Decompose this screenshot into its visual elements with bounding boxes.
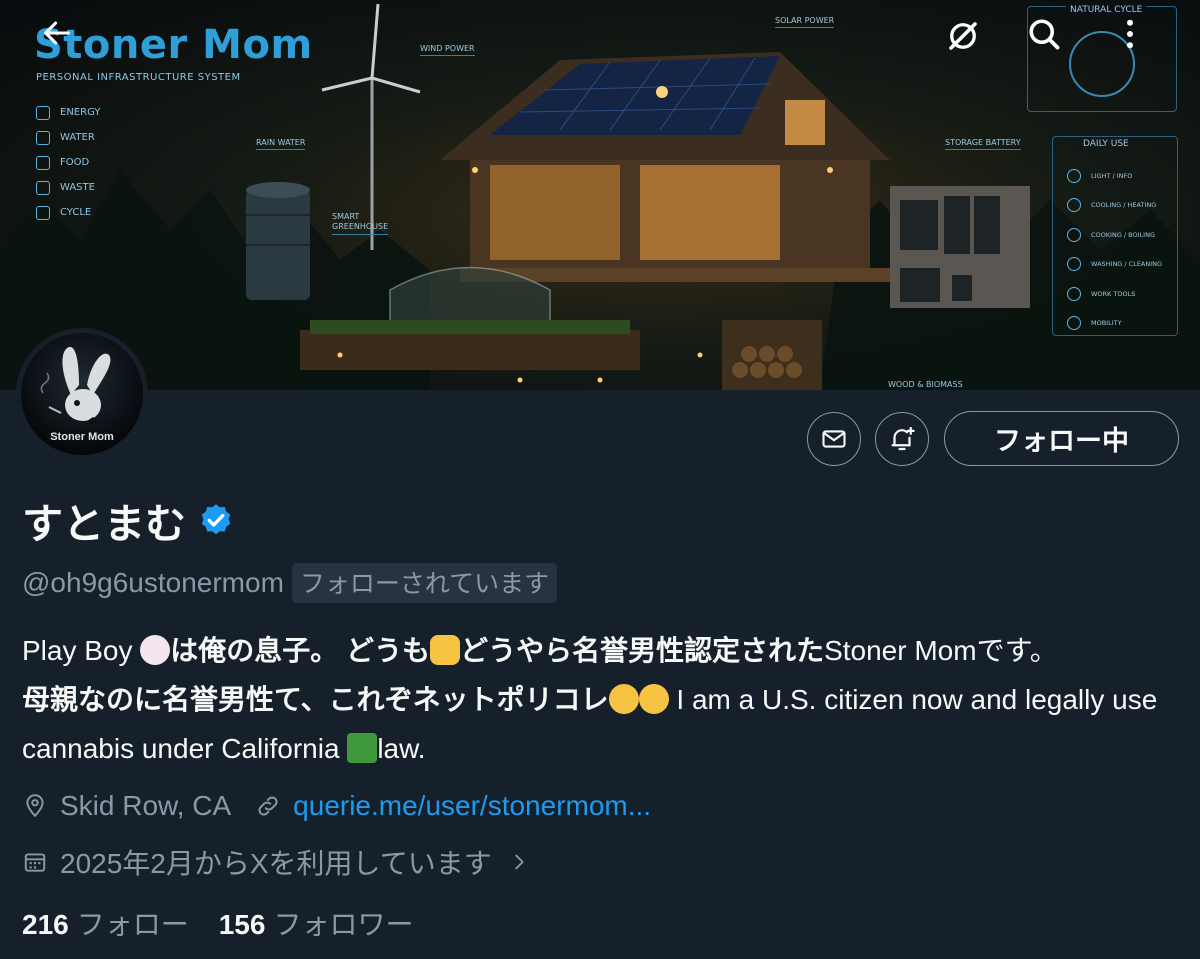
message-button[interactable] (807, 412, 861, 466)
water-icon (36, 130, 50, 145)
light-icon (1067, 168, 1081, 183)
callout-wind: WIND POWER (420, 44, 475, 56)
waste-icon (36, 180, 50, 195)
search-button[interactable] (1026, 16, 1070, 60)
legend-item: FOOD (36, 150, 100, 175)
handle-row: @oh9g6ustonermom フォローされています (22, 563, 558, 603)
website-link[interactable]: querie.me/user/stonermom... (293, 790, 651, 822)
avatar-image: Stoner Mom (21, 333, 143, 455)
palm-tree-emoji-icon (347, 733, 378, 763)
user-handle: @oh9g6ustonermom (22, 567, 284, 598)
cycle-icon (36, 205, 50, 220)
display-name-row: すとまむ (22, 490, 234, 550)
chevron-right-icon (515, 854, 524, 870)
grok-icon (949, 22, 977, 50)
callout-rain: RAIN WATER (256, 138, 306, 150)
daily-use-title: DAILY USE (1083, 139, 1129, 149)
calendar-icon (24, 853, 46, 872)
food-icon (36, 155, 50, 170)
tools-icon (1067, 286, 1081, 301)
envelope-icon (822, 430, 846, 448)
following-count: 216 (22, 909, 69, 940)
banner-subtitle: PERSONAL INFRASTRUCTURE SYSTEM (36, 72, 241, 83)
callout-solar: SOLAR POWER (775, 16, 835, 28)
followers-count: 156 (218, 909, 266, 940)
grok-button[interactable] (945, 18, 989, 62)
back-arrow-icon (44, 21, 70, 45)
display-name: すとまむ (22, 501, 186, 547)
legend-item: WASTE (36, 175, 100, 200)
daily-use-item: WASHING / CLEANING (1067, 250, 1162, 280)
daily-use-item: COOKING / BOILING (1067, 220, 1162, 250)
location-text: Skid Row, CA (60, 790, 232, 821)
follows-you-badge: フォローされています (291, 563, 558, 603)
profile-banner[interactable]: Stoner Mom PERSONAL INFRASTRUCTURE SYSTE… (0, 0, 1200, 390)
link-icon (258, 796, 278, 816)
banner-legend: ENERGY WATER FOOD WASTE CYCLE (36, 100, 100, 225)
tears-of-joy-emoji-icon (638, 684, 669, 714)
rabbit-emoji-icon (140, 635, 171, 665)
joined-row[interactable]: 2025年2月からXを利用しています (22, 842, 530, 882)
followers-stat[interactable]: 156 フォロワー (219, 903, 414, 943)
daily-use-item: COOLING / HEATING (1067, 191, 1162, 221)
legend-item: WATER (36, 125, 100, 150)
tears-of-joy-emoji-icon (608, 684, 639, 714)
avatar[interactable]: Stoner Mom (16, 328, 148, 460)
following-label: フォロー (76, 909, 189, 940)
profile-bio: Play Boy は俺の息子。 どうも どうやら名誉男性認定されたStoner M… (22, 635, 1158, 764)
washing-icon (1067, 257, 1081, 272)
back-button[interactable] (40, 16, 84, 60)
following-stat[interactable]: 216 フォロー (22, 903, 189, 943)
following-button[interactable]: フォロー中 (944, 411, 1179, 466)
legend-item: ENERGY (36, 100, 100, 125)
callout-wood: WOOD & BIOMASS (888, 380, 963, 390)
more-options-button[interactable] (1112, 16, 1156, 60)
followers-label: フォロワー (273, 909, 414, 940)
daily-use-panel: DAILY USE LIGHT / INFO COOLING / HEATING… (1052, 136, 1178, 336)
joined-date: 2025年2月からXを利用しています (60, 848, 492, 879)
natural-cycle-title: NATURAL CYCLE (1066, 5, 1147, 15)
energy-icon (36, 105, 50, 120)
cooking-icon (1067, 227, 1081, 242)
follow-stats: 216 フォロー 156 フォロワー (22, 903, 413, 943)
verified-badge-icon[interactable] (198, 502, 234, 538)
profile-meta-row: Skid Row, CA querie.me/user/stonermom... (22, 790, 651, 822)
callout-battery: STORAGE BATTERY (945, 138, 1021, 150)
daily-use-item: MOBILITY (1067, 309, 1162, 339)
more-vertical-icon (1127, 19, 1133, 49)
thermostat-icon (1067, 198, 1081, 213)
bicycle-icon (1067, 316, 1081, 331)
legend-item: CYCLE (36, 200, 100, 225)
location-pin-icon (26, 794, 44, 818)
raised-hand-emoji-icon (430, 635, 461, 665)
avatar-label: Stoner Mom (50, 431, 114, 443)
daily-use-item: WORK TOOLS (1067, 279, 1162, 309)
search-icon (1029, 19, 1060, 50)
bell-plus-icon (891, 427, 915, 451)
daily-use-item: LIGHT / INFO (1067, 161, 1162, 191)
notifications-button[interactable] (875, 412, 929, 466)
callout-greenhouse: SMART GREENHOUSE (332, 212, 388, 235)
